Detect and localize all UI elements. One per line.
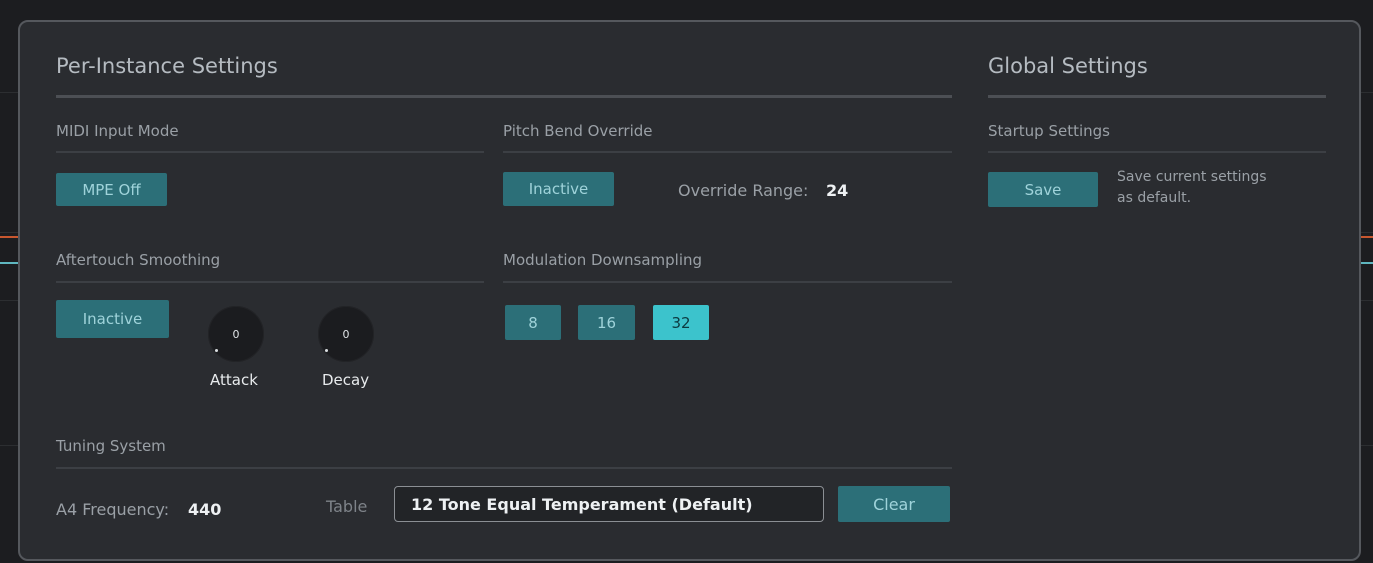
global-settings-title: Global Settings — [988, 54, 1148, 78]
tuning-system-divider — [56, 467, 952, 469]
clear-tuning-button[interactable]: Clear — [838, 486, 950, 522]
downsampling-option-16[interactable]: 16 — [578, 305, 635, 340]
modulation-downsampling-divider — [503, 281, 952, 283]
background-waveform — [1361, 262, 1373, 264]
downsampling-option-8[interactable]: 8 — [505, 305, 561, 340]
decay-knob[interactable]: 0 — [318, 306, 374, 362]
override-range-value[interactable]: 24 — [826, 181, 848, 200]
global-settings-divider — [988, 95, 1326, 98]
pitch-bend-toggle-button[interactable]: Inactive — [503, 172, 614, 206]
a4-frequency-value[interactable]: 440 — [188, 500, 221, 519]
startup-settings-divider — [988, 151, 1326, 153]
background-waveform — [0, 236, 18, 238]
pitch-bend-override-label: Pitch Bend Override — [503, 122, 653, 140]
decay-knob-value: 0 — [342, 327, 350, 341]
attack-knob-value: 0 — [232, 327, 240, 341]
save-default-button[interactable]: Save — [988, 172, 1098, 207]
pitch-bend-override-divider — [503, 151, 952, 153]
attack-knob-indicator — [215, 349, 218, 352]
background-waveform — [1361, 236, 1373, 238]
save-description-line-2: as default. — [1117, 190, 1192, 206]
modulation-downsampling-label: Modulation Downsampling — [503, 251, 703, 269]
startup-settings-label: Startup Settings — [988, 122, 1110, 140]
override-range-label: Override Range: — [678, 181, 809, 200]
tuning-table-selector[interactable]: 12 Tone Equal Temperament (Default) — [394, 486, 824, 522]
settings-panel: Per-Instance Settings Global Settings MI… — [18, 20, 1361, 561]
tuning-system-label: Tuning System — [56, 437, 166, 455]
decay-knob-indicator — [325, 349, 328, 352]
save-description-line-1: Save current settings — [1117, 169, 1267, 185]
tuning-table-label: Table — [326, 497, 368, 516]
mpe-mode-button[interactable]: MPE Off — [56, 173, 167, 206]
decay-label: Decay — [322, 371, 370, 389]
aftertouch-smoothing-label: Aftertouch Smoothing — [56, 251, 221, 269]
background-waveform — [0, 262, 18, 264]
midi-input-mode-divider — [56, 151, 484, 153]
aftertouch-toggle-button[interactable]: Inactive — [56, 300, 169, 338]
aftertouch-smoothing-divider — [56, 281, 484, 283]
per-instance-divider — [56, 95, 952, 98]
midi-input-mode-label: MIDI Input Mode — [56, 122, 179, 140]
a4-frequency-label: A4 Frequency: — [56, 500, 170, 519]
attack-knob[interactable]: 0 — [208, 306, 264, 362]
downsampling-option-32[interactable]: 32 — [653, 305, 709, 340]
attack-label: Attack — [210, 371, 258, 389]
per-instance-title: Per-Instance Settings — [56, 54, 278, 78]
